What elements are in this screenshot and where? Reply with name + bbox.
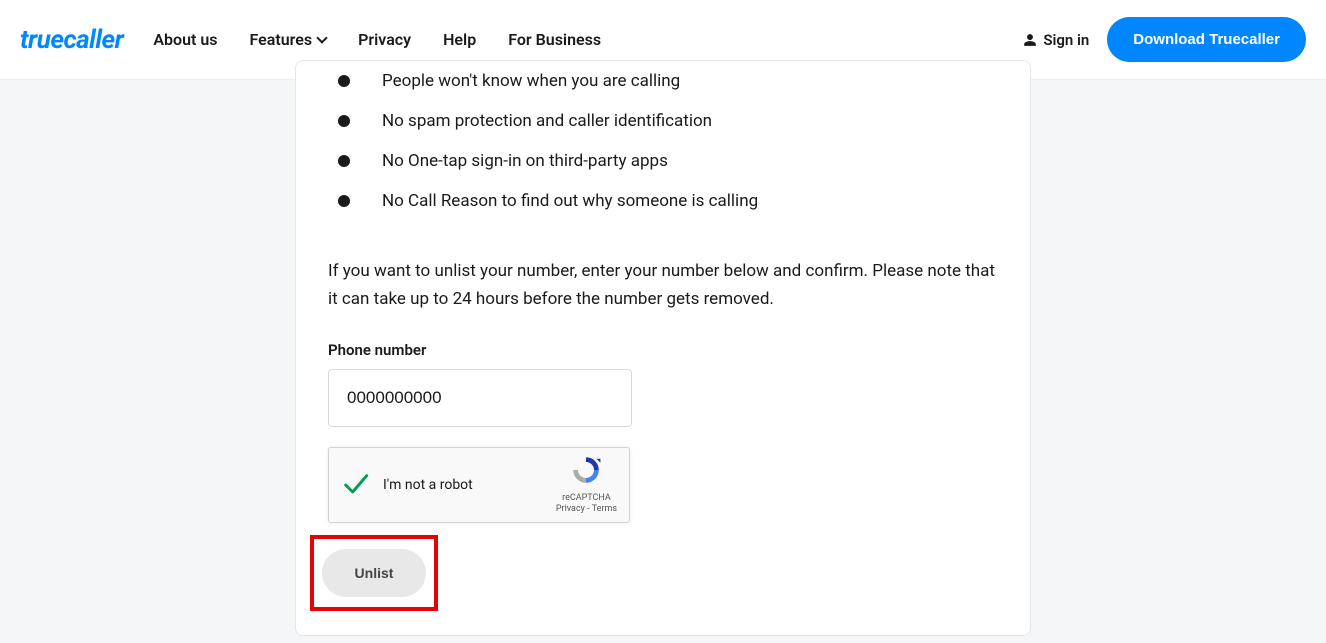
recaptcha-label: I'm not a robot [383,477,473,493]
truecaller-logo[interactable]: truecaller [20,25,123,55]
list-item-text: People won't know when you are calling [382,71,680,91]
unlist-description: If you want to unlist your number, enter… [328,257,998,313]
phone-number-label: Phone number [328,341,998,359]
recaptcha-widget[interactable]: I'm not a robot reCAPTCHA Privacy - Term… [328,447,630,523]
chevron-down-icon [316,32,327,43]
page-body: People won't know when you are calling N… [0,80,1326,636]
bullet-icon [338,115,350,127]
main-nav: About us Features Privacy Help For Busin… [153,30,601,49]
unlist-button[interactable]: Unlist [322,549,426,597]
nav-privacy[interactable]: Privacy [358,30,411,49]
list-item-text: No Call Reason to find out why someone i… [382,191,758,211]
list-item: No One-tap sign-in on third-party apps [328,141,998,181]
recaptcha-brand-text: reCAPTCHA [556,493,617,505]
bullet-icon [338,155,350,167]
nav-label: Features [250,30,313,49]
unlist-card: People won't know when you are calling N… [295,60,1031,636]
download-button[interactable]: Download Truecaller [1107,17,1306,62]
recaptcha-links: Privacy - Terms [556,504,617,516]
bullet-icon [338,195,350,207]
list-item-text: No spam protection and caller identifica… [382,111,712,131]
phone-number-input[interactable] [328,369,632,427]
sign-in-label: Sign in [1043,31,1089,49]
nav-label: For Business [508,30,601,49]
recaptcha-terms-link[interactable]: Terms [592,504,617,514]
nav-for-business[interactable]: For Business [508,30,601,49]
list-item: No spam protection and caller identifica… [328,101,998,141]
header-right: Sign in Download Truecaller [1023,17,1306,62]
list-item-text: No One-tap sign-in on third-party apps [382,151,668,171]
nav-label: About us [153,30,217,49]
list-item: People won't know when you are calling [328,61,998,101]
sign-in-link[interactable]: Sign in [1023,31,1089,49]
recaptcha-checkbox[interactable] [341,471,369,499]
person-icon [1023,33,1037,47]
nav-help[interactable]: Help [443,30,476,49]
consequences-list: People won't know when you are calling N… [328,61,998,221]
recaptcha-branding: reCAPTCHA Privacy - Terms [556,454,617,516]
nav-about-us[interactable]: About us [153,30,217,49]
unlist-highlight-box: Unlist [310,535,438,611]
recaptcha-icon [570,454,602,486]
nav-label: Help [443,30,476,49]
nav-features[interactable]: Features [250,30,327,49]
bullet-icon [338,75,350,87]
recaptcha-privacy-link[interactable]: Privacy [556,504,585,514]
list-item: No Call Reason to find out why someone i… [328,181,998,221]
checkmark-icon [341,471,369,499]
nav-label: Privacy [358,30,411,49]
